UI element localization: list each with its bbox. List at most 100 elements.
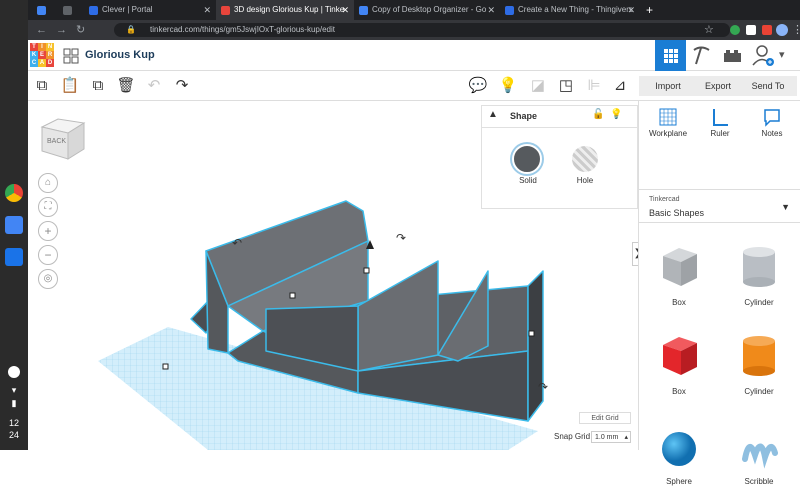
perspective-icon[interactable]: ◎ (38, 269, 58, 289)
rotate-handle-icon[interactable]: ↷ (396, 231, 406, 245)
corner-handle[interactable] (162, 363, 169, 370)
docs-favicon-icon (37, 6, 46, 15)
user-account-button[interactable] (748, 40, 779, 71)
tab-label: Copy of Desktop Organizer - Go (372, 5, 487, 14)
divider-1[interactable] (357, 260, 439, 372)
tab-label: Create a New Thing - Thingivers (518, 5, 633, 14)
profile-avatar[interactable] (776, 24, 788, 36)
home-view-icon[interactable]: ⌂ (38, 173, 58, 193)
extension-icon[interactable] (730, 25, 740, 35)
tab-tinkercad[interactable]: 3D design Glorious Kup | Tinke ✕ (216, 0, 354, 20)
send-to-button[interactable]: Send To (739, 76, 797, 96)
shape-label: Cylinder (744, 298, 774, 307)
tab-clever[interactable]: Clever | Portal ✕ (84, 0, 216, 20)
group-icon[interactable]: ◪ (528, 76, 548, 96)
star-icon[interactable]: ☆ (704, 20, 714, 40)
app-header: T I N K E R C A D Glorious Kup ▾ (28, 40, 800, 71)
camera-icon[interactable] (5, 248, 23, 266)
align-icon[interactable]: ⊫ (584, 76, 604, 96)
extension-icon[interactable] (762, 25, 772, 35)
zoom-in-icon[interactable]: + (38, 221, 58, 241)
ungroup-icon[interactable]: ◳ (556, 76, 576, 96)
corner-handle[interactable] (289, 292, 296, 299)
shape-box-gray[interactable] (657, 244, 701, 288)
rotate-handle-icon[interactable]: ↶ (232, 236, 242, 250)
shape-cylinder-orange[interactable] (737, 333, 781, 377)
tab-google-docs[interactable]: Copy of Desktop Organizer - Go ✕ (354, 0, 500, 20)
chrome-icon[interactable] (5, 184, 23, 202)
tab-docs[interactable] (32, 0, 58, 20)
ruler-button[interactable]: Ruler (695, 105, 745, 138)
notification-icon[interactable] (8, 366, 20, 378)
comment-icon[interactable]: 💬 (468, 76, 488, 96)
solid-option[interactable] (512, 144, 542, 174)
chrome-menu-icon[interactable]: ⋮ (792, 20, 800, 40)
tinkercad-app: T I N K E R C A D Glorious Kup ▾ ⧉ 📋 ⧉ 🗑 (28, 40, 800, 486)
lightbulb-icon[interactable]: 💡 (610, 109, 622, 120)
lock-icon[interactable]: 🔓 (592, 109, 604, 120)
right-wall[interactable] (527, 270, 544, 422)
tinkercad-logo[interactable]: T I N K E R C A D (30, 43, 54, 67)
close-tab-icon[interactable]: ✕ (203, 0, 211, 20)
lightbulb-icon[interactable]: 💡 (498, 76, 518, 96)
snap-grid-select[interactable]: 1.0 mm ▴ (591, 431, 631, 443)
3d-workspace[interactable]: ↶ ↷ ↷ BACK ⌂ ⛶ + − ◎ ▲ Shape 🔓 � (28, 101, 638, 450)
shape-box-red[interactable] (657, 333, 701, 377)
cylinder-gray-icon (743, 247, 775, 287)
3d-view-button[interactable] (655, 40, 686, 71)
undo-icon[interactable]: ↶ (144, 76, 164, 96)
view-cube[interactable]: BACK (38, 115, 88, 163)
rotate-handle-icon[interactable]: ↷ (538, 380, 548, 394)
account-dropdown-icon[interactable]: ▾ (779, 40, 800, 71)
duplicate-icon[interactable]: ⧉ (88, 76, 108, 96)
redo-icon[interactable]: ↷ (172, 76, 192, 96)
lock-icon: 🔒 (126, 25, 136, 34)
new-tab-button[interactable]: + (642, 0, 662, 20)
pickaxe-icon (693, 46, 710, 65)
copy-icon[interactable]: ⧉ (32, 76, 52, 96)
shape-label: Scribble (744, 477, 774, 486)
notes-label: Notes (761, 129, 783, 138)
designs-grid-icon[interactable] (62, 47, 80, 65)
docs-icon[interactable] (5, 216, 23, 234)
edit-grid-button[interactable]: Edit Grid (579, 412, 631, 424)
close-tab-icon[interactable]: ✕ (627, 0, 635, 20)
corner-handle[interactable] (363, 267, 370, 274)
url-bar[interactable]: 🔒 tinkercad.com/things/gm5JswjIOxT-glori… (114, 23, 730, 37)
logo-letter: C (30, 59, 38, 67)
mirror-icon[interactable]: ⊿ (610, 76, 630, 96)
close-tab-icon[interactable]: ✕ (341, 0, 349, 20)
hole-label: Hole (576, 176, 594, 185)
shape-scribble[interactable] (739, 429, 779, 469)
tab-generic[interactable] (58, 0, 84, 20)
design-title[interactable]: Glorious Kup (85, 49, 155, 61)
shape-inspector: ▲ Shape 🔓 💡 Solid Hole (481, 105, 638, 209)
hole-option[interactable] (572, 146, 598, 172)
notes-button[interactable]: Notes (747, 105, 797, 138)
tab-thingiverse[interactable]: Create a New Thing - Thingivers ✕ (500, 0, 640, 20)
snap-grid-label: Snap Grid (554, 432, 591, 441)
collapse-icon[interactable]: ▲ (488, 109, 498, 120)
shape-label: Box (672, 387, 686, 396)
blocks-button[interactable] (686, 40, 717, 71)
delete-trash-icon[interactable]: 🗑 (116, 76, 136, 96)
clever-favicon-icon (89, 6, 98, 15)
workplane-button[interactable]: Workplane (643, 105, 693, 138)
docs-favicon-icon (359, 6, 368, 15)
fit-view-icon[interactable]: ⛶ (38, 197, 58, 217)
paste-icon[interactable]: 📋 (60, 76, 80, 96)
close-tab-icon[interactable]: ✕ (487, 0, 495, 20)
extension-icon[interactable] (746, 25, 756, 35)
shape-sphere[interactable] (659, 429, 699, 469)
corner-handle[interactable] (528, 330, 535, 337)
logo-letter: T (30, 43, 38, 51)
zoom-out-icon[interactable]: − (38, 245, 58, 265)
shape-library-select[interactable]: Tinkercad Basic Shapes ▼ (639, 189, 800, 223)
bricks-button[interactable] (717, 40, 748, 71)
back-arrow-icon[interactable]: ← (36, 20, 47, 40)
workplane-icon (659, 108, 677, 126)
shape-cylinder-gray[interactable] (737, 244, 781, 288)
reload-icon[interactable]: ↻ (76, 20, 85, 40)
browser-tab-bar: Clever | Portal ✕ 3D design Glorious Kup … (28, 0, 800, 20)
forward-arrow-icon[interactable]: → (56, 20, 67, 40)
